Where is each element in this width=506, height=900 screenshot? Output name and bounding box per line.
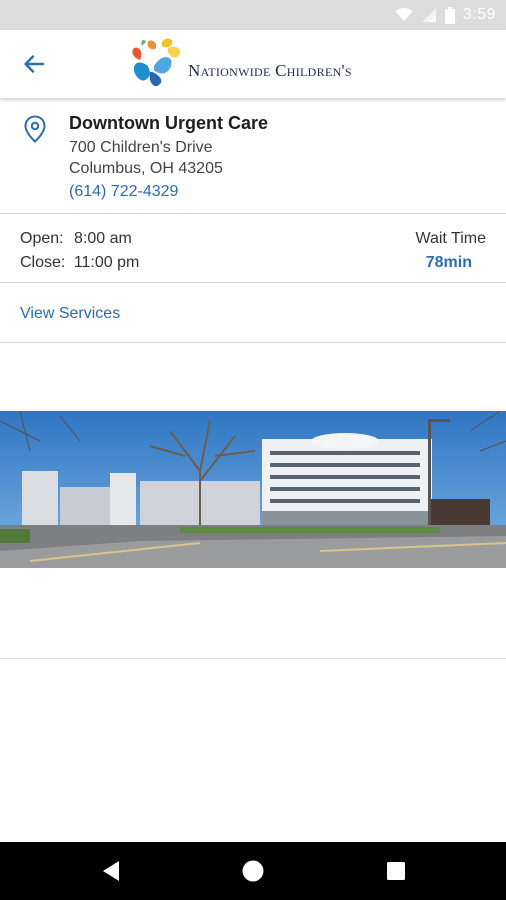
close-time: 11:00 pm [73, 254, 140, 271]
close-label: Close: [20, 254, 66, 271]
wait-time-label: Wait Time [415, 230, 486, 247]
status-bar: 3:59 [0, 0, 506, 30]
close-hours: Close: 11:00 pm [20, 254, 139, 272]
location-pin-icon [24, 115, 46, 143]
nav-back-button[interactable] [97, 856, 127, 886]
signal-icon [421, 8, 436, 22]
logo-text: Nationwide Children's [188, 61, 352, 80]
home-circle-icon [242, 860, 264, 882]
status-icons: 3:59 [395, 0, 496, 30]
building-photo [0, 411, 506, 568]
wifi-icon [395, 8, 413, 21]
recents-square-icon [387, 862, 405, 880]
system-nav-bar [0, 842, 506, 900]
nav-recents-button[interactable] [381, 856, 411, 886]
wait-time-value: 78min [425, 254, 472, 271]
address-line-1: 700 Children's Drive [69, 139, 213, 156]
section-divider [0, 658, 506, 659]
open-label: Open: [20, 230, 64, 247]
app-bar: Nationwide Children's [0, 30, 506, 98]
nav-home-button[interactable] [238, 856, 268, 886]
view-services-link[interactable]: View Services [20, 305, 120, 323]
content: Downtown Urgent Care 700 Children's Driv… [0, 98, 506, 343]
back-triangle-icon [103, 861, 119, 881]
location-name: Downtown Urgent Care [69, 113, 269, 133]
open-hours: Open: 8:00 am [20, 230, 132, 248]
butterfly-logo-icon [132, 38, 181, 87]
status-time: 3:59 [462, 6, 496, 23]
hours-section: Open: 8:00 am Close: 11:00 pm Wait Time … [0, 214, 506, 283]
location-card: Downtown Urgent Care 700 Children's Driv… [0, 98, 506, 214]
address-line-2: Columbus, OH 43205 [69, 160, 223, 177]
phone-link[interactable]: (614) 722-4329 [69, 183, 178, 201]
app-logo: Nationwide Children's [128, 36, 378, 92]
arrow-back-icon [24, 55, 45, 73]
battery-icon [444, 6, 455, 24]
services-section: View Services [0, 283, 506, 343]
open-time: 8:00 am [74, 230, 132, 247]
back-button[interactable] [18, 48, 50, 80]
